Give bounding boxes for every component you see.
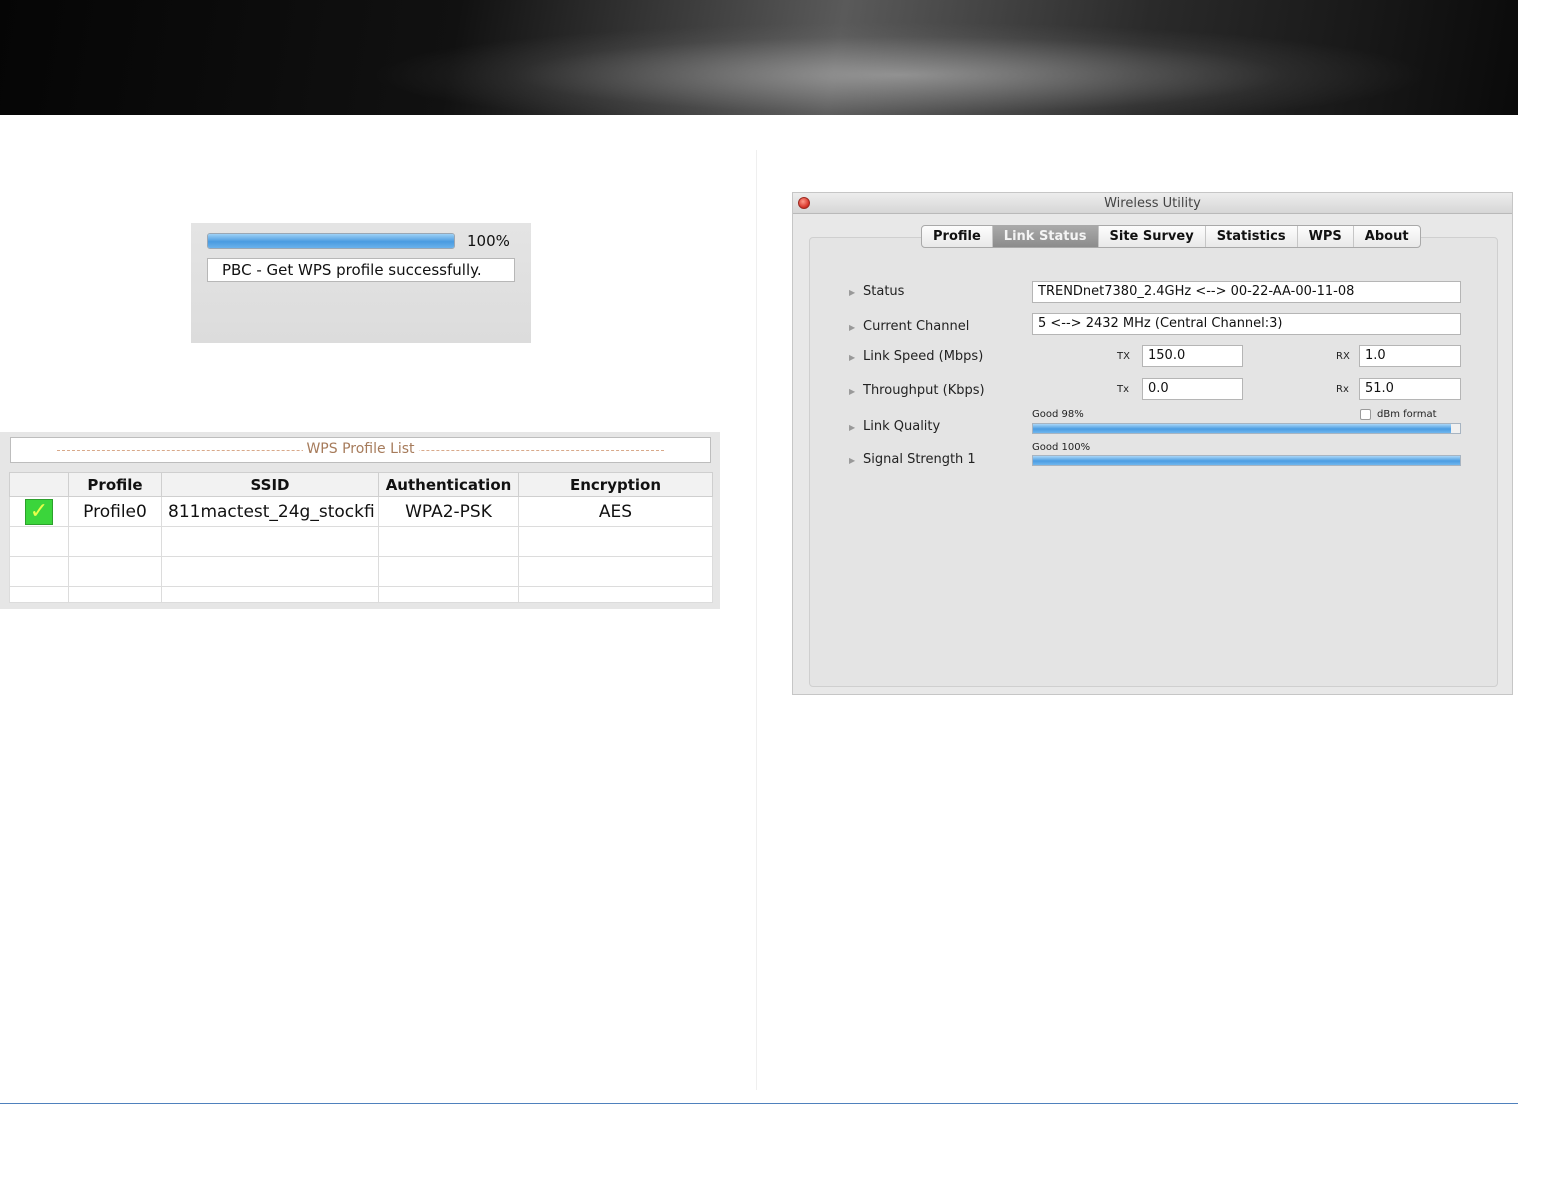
header-banner <box>0 0 1518 115</box>
wps-profile-list-header: WPS Profile List <box>10 437 711 463</box>
wps-profile-table: Profile SSID Authentication Encryption ✓… <box>9 472 713 603</box>
checkmark-icon[interactable]: ✓ <box>25 498 53 525</box>
tab-wps[interactable]: WPS <box>1298 226 1354 247</box>
row-authentication-cell: WPA2-PSK <box>378 496 519 527</box>
link-quality-caption: Good 98% <box>1032 409 1084 420</box>
table-row-empty <box>9 586 713 603</box>
column-header-profile: Profile <box>68 472 162 497</box>
footer-rule <box>0 1103 1518 1104</box>
throughput-tx-label: Tx <box>1117 384 1130 395</box>
window-title: Wireless Utility <box>1104 196 1201 211</box>
signal-strength-caption: Good 100% <box>1032 442 1091 453</box>
signal-strength-bar <box>1032 455 1461 466</box>
tab-about[interactable]: About <box>1354 226 1420 247</box>
table-row-empty <box>9 526 713 557</box>
wps-profile-list-title: WPS Profile List <box>302 441 419 457</box>
table-row-empty <box>9 556 713 587</box>
tab-bar: Profile Link Status Site Survey Statisti… <box>921 225 1421 248</box>
row-select-cell[interactable]: ✓ <box>9 496 69 527</box>
signal-strength-fill <box>1033 456 1460 465</box>
channel-label: Current Channel <box>863 319 970 334</box>
channel-field: 5 <--> 2432 MHz (Central Channel:3) <box>1032 313 1461 335</box>
row-ssid-cell: 811mactest_24g_stockfi <box>161 496 379 527</box>
link-speed-label: Link Speed (Mbps) <box>863 349 984 364</box>
wps-progress-bar <box>207 233 455 249</box>
link-speed-rx-label: RX <box>1336 351 1350 362</box>
table-row[interactable]: ✓ Profile0 811mactest_24g_stockfi WPA2-P… <box>9 496 713 527</box>
wps-progress-dialog: 100% PBC - Get WPS profile successfully. <box>191 223 531 343</box>
wps-progress-percent: 100% <box>467 232 510 250</box>
signal-strength-label: Signal Strength 1 <box>863 452 976 467</box>
wireless-utility-window: Wireless Utility Profile Link Status Sit… <box>792 192 1513 695</box>
tab-statistics[interactable]: Statistics <box>1206 226 1298 247</box>
link-speed-tx-field: 150.0 <box>1142 345 1243 367</box>
status-field: TRENDnet7380_2.4GHz <--> 00-22-AA-00-11-… <box>1032 281 1461 303</box>
throughput-tx-field: 0.0 <box>1142 378 1243 400</box>
throughput-label: Throughput (Kbps) <box>863 383 985 398</box>
table-header-row: Profile SSID Authentication Encryption <box>9 472 713 497</box>
link-quality-fill <box>1033 424 1452 433</box>
column-divider <box>756 150 757 1090</box>
row-profile-cell: Profile0 <box>68 496 162 527</box>
throughput-rx-field: 51.0 <box>1359 378 1461 400</box>
tab-profile[interactable]: Profile <box>922 226 993 247</box>
tab-link-status[interactable]: Link Status <box>992 226 1099 247</box>
wps-status-message: PBC - Get WPS profile successfully. <box>207 258 515 282</box>
link-quality-label: Link Quality <box>863 419 941 434</box>
column-header-authentication: Authentication <box>378 472 519 497</box>
tab-site-survey[interactable]: Site Survey <box>1099 226 1206 247</box>
column-header-encryption: Encryption <box>518 472 713 497</box>
row-encryption-cell: AES <box>518 496 713 527</box>
window-titlebar: Wireless Utility <box>793 193 1512 214</box>
wps-progress-fill <box>208 234 454 248</box>
dbm-format-label: dBm format <box>1377 409 1437 420</box>
throughput-rx-label: Rx <box>1336 384 1349 395</box>
dbm-format-checkbox[interactable] <box>1360 409 1371 420</box>
link-speed-rx-field: 1.0 <box>1359 345 1461 367</box>
link-quality-bar <box>1032 423 1461 434</box>
link-speed-tx-label: TX <box>1117 351 1130 362</box>
column-header-ssid: SSID <box>161 472 379 497</box>
column-header-select <box>9 472 69 497</box>
wps-profile-list-panel: WPS Profile List Profile SSID Authentica… <box>0 432 720 609</box>
status-label: Status <box>863 284 905 299</box>
